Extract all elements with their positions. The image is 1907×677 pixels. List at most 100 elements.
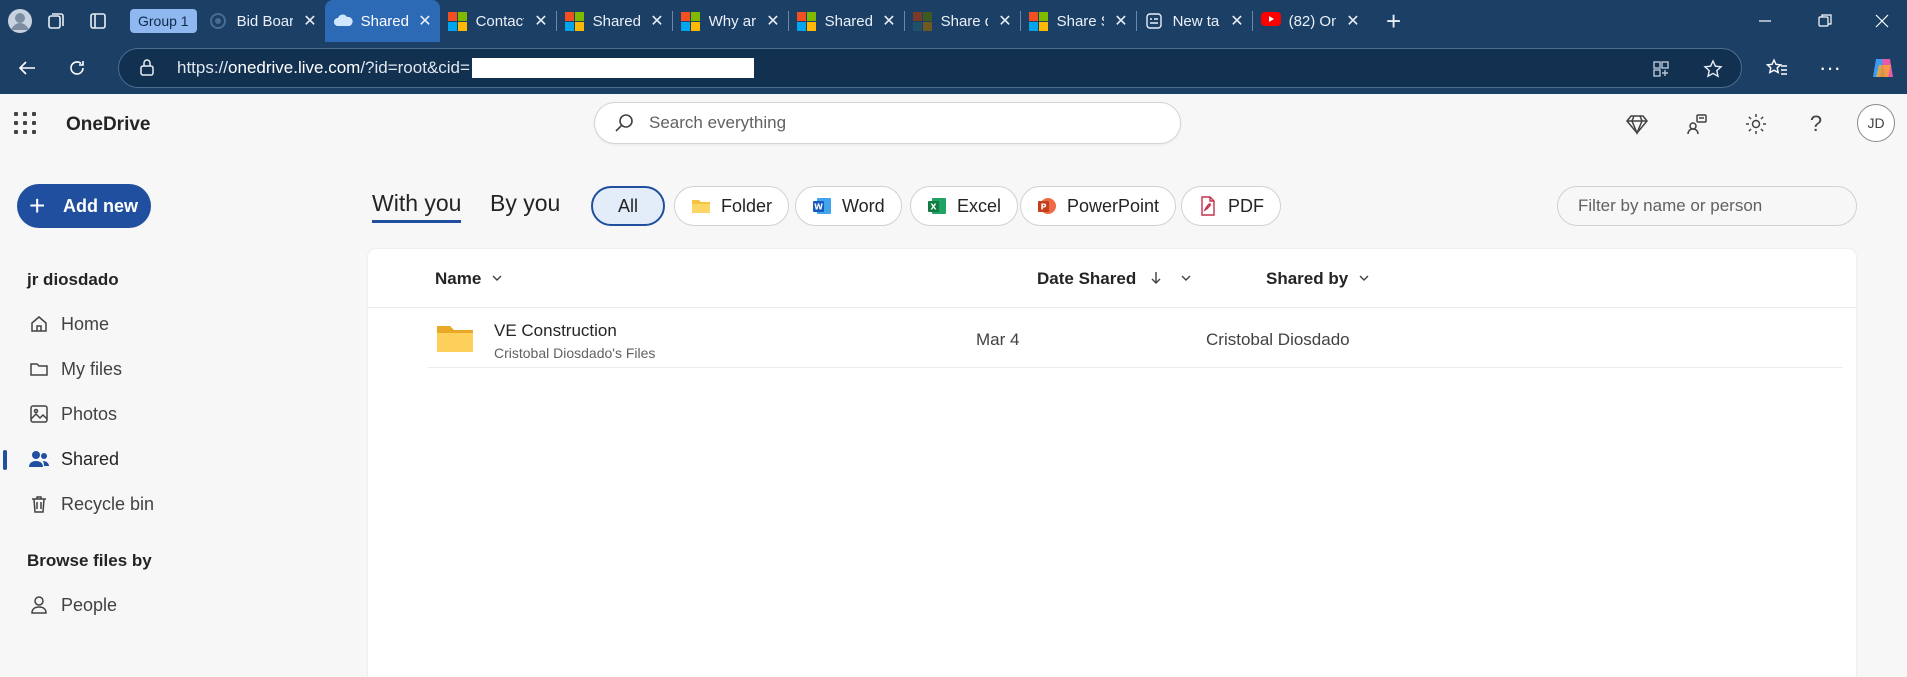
browser-tab[interactable]: Shared wi ✕ [324,0,440,42]
home-icon [27,312,51,336]
svg-text:P: P [1041,203,1047,212]
sidebar-item-home[interactable]: Home [27,309,109,339]
more-options-icon[interactable]: ··· [1805,42,1855,94]
share-people-icon[interactable] [1683,110,1711,138]
table-row[interactable]: VE Construction Cristobal Diosdado's Fil… [428,308,1843,368]
browser-tab-title: Shared wi [360,12,409,30]
sidebar-item-recycle-bin[interactable]: Recycle bin [27,489,154,519]
file-name[interactable]: VE Construction [494,321,617,341]
search-input[interactable]: Search everything [594,102,1181,144]
folder-icon [691,196,711,216]
excel-icon: X [927,196,947,216]
column-header-date-shared[interactable]: Date Shared [1037,269,1192,289]
tab-group-chip[interactable]: Group 1 [130,9,197,33]
sidebar-item-photos[interactable]: Photos [27,399,117,429]
sidebar-item-shared[interactable]: Shared [27,444,119,474]
microsoft-logo-icon [912,12,932,31]
microsoft-logo-icon [1028,12,1048,31]
filter-chip-all[interactable]: All [591,186,665,226]
tab-actions-icon[interactable] [80,0,116,42]
premium-diamond-icon[interactable] [1623,110,1651,138]
browser-tab-title: (82) On C [1288,12,1337,30]
svg-text:X: X [930,203,937,212]
new-tab-icon[interactable]: + [1376,0,1412,42]
bid-board-icon [209,12,227,30]
close-tab-icon[interactable]: ✕ [418,11,431,31]
workspaces-icon[interactable] [38,0,74,42]
browser-tab[interactable]: New tab ✕ [1137,0,1252,42]
column-header-shared-by[interactable]: Shared by [1266,269,1370,289]
help-icon[interactable]: ? [1802,110,1830,138]
redacted-block [471,58,754,79]
copilot-icon[interactable] [1858,42,1907,94]
filter-chip-powerpoint[interactable]: P PowerPoint [1020,186,1177,226]
split-screen-icon[interactable] [1651,59,1671,84]
browser-tab[interactable]: Share doc ✕ [905,0,1020,42]
filter-by-name-input[interactable]: Filter by name or person [1557,186,1857,226]
app-launcher-icon[interactable] [14,112,36,134]
sidebar-item-people[interactable]: People [27,590,117,620]
add-new-button[interactable]: + Add new [17,184,151,228]
url-field[interactable]: https://onedrive.live.com/?id=root&cid= [118,48,1742,88]
url-text: https://onedrive.live.com/?id=root&cid= [177,58,754,79]
avatar[interactable]: JD [1857,104,1895,142]
browser-tab[interactable]: Share Sha ✕ [1021,0,1136,42]
close-tab-icon[interactable]: ✕ [650,11,663,31]
browser-tab[interactable]: Bid Board ✕ [201,0,325,42]
close-tab-icon[interactable]: ✕ [998,11,1011,31]
browser-tab[interactable]: Shared O ✕ [789,0,904,42]
browse-files-title: Browse files by [27,551,152,570]
search-icon [615,114,633,132]
close-tab-icon[interactable]: ✕ [1346,11,1359,31]
settings-gear-icon[interactable] [1742,110,1770,138]
people-filled-icon [27,447,51,471]
filter-chip-word[interactable]: W Word [795,186,902,226]
browser-tab[interactable]: (82) On C ✕ [1253,0,1368,42]
close-window-icon[interactable] [1857,0,1907,42]
date-shared: Mar 4 [976,330,1020,349]
chevron-down-icon [491,271,503,287]
onedrive-cloud-icon [333,12,353,30]
minimize-icon[interactable] [1740,0,1790,42]
youtube-icon [1260,12,1281,30]
new-tab-page-icon [1145,12,1163,30]
refresh-icon[interactable] [52,42,102,94]
browser-tab[interactable]: Why are ' ✕ [673,0,788,42]
close-tab-icon[interactable]: ✕ [1114,11,1127,31]
plus-icon: + [29,190,46,221]
trash-icon [27,492,51,516]
browser-tab-title: Contact - [475,12,525,30]
chevron-down-icon [1180,271,1192,287]
shared-by: Cristobal Diosdado [1206,330,1350,349]
browser-tab-title: New tab [1172,12,1221,30]
favorites-icon[interactable] [1752,42,1802,94]
folder-outline-icon [27,357,51,381]
tab-by-you[interactable]: By you [490,190,560,217]
chevron-down-icon [1358,271,1370,287]
powerpoint-icon: P [1037,196,1057,216]
close-tab-icon[interactable]: ✕ [882,11,895,31]
browser-tab[interactable]: Contact - ✕ [440,0,556,42]
app-brand[interactable]: OneDrive [66,114,150,136]
favorite-star-icon[interactable] [1703,59,1723,84]
filter-chip-pdf[interactable]: PDF [1181,186,1281,226]
tab-with-you[interactable]: With you [372,190,462,223]
browser-tab[interactable]: Shared Fc ✕ [557,0,672,42]
close-tab-icon[interactable]: ✕ [303,11,316,31]
close-tab-icon[interactable]: ✕ [1230,11,1243,31]
restore-icon[interactable] [1800,0,1850,42]
filter-chip-excel[interactable]: X Excel [910,186,1019,226]
browser-tab-title: Share Sha [1056,12,1105,30]
filter-chip-folder[interactable]: Folder [674,186,790,226]
file-location: Cristobal Diosdado's Files [494,345,656,361]
column-header-name[interactable]: Name [435,269,503,289]
back-icon[interactable] [2,42,52,94]
close-tab-icon[interactable]: ✕ [534,11,547,31]
profile-icon[interactable] [2,0,38,42]
microsoft-logo-icon [447,12,467,31]
lock-icon[interactable] [139,58,159,79]
sort-arrow-down-icon [1150,271,1162,288]
close-tab-icon[interactable]: ✕ [766,11,779,31]
sidebar-item-my-files[interactable]: My files [27,354,122,384]
shared-files-list: Name Date Shared Shared by VE Constructi… [368,249,1856,677]
